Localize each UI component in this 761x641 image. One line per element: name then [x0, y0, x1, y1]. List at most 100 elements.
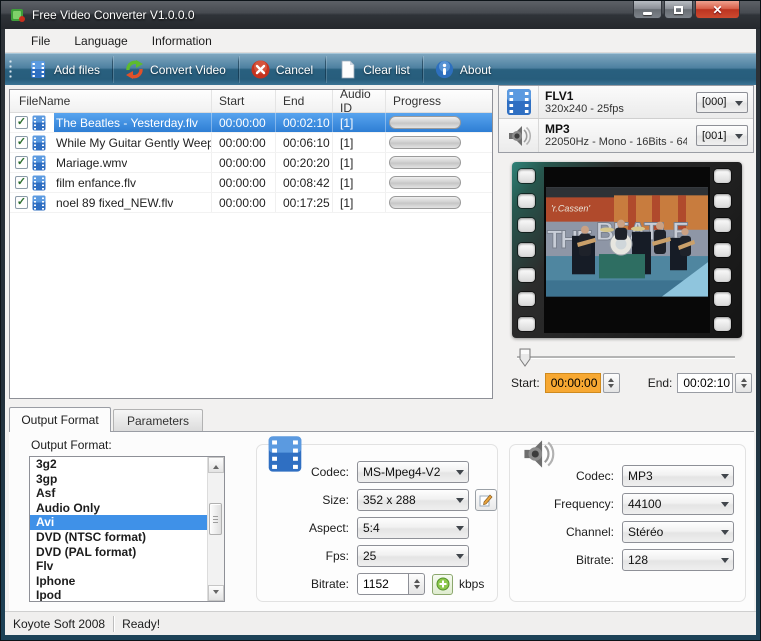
chevron-down-icon — [721, 502, 729, 511]
cancel-label: Cancel — [276, 63, 313, 77]
chevron-down-icon — [735, 134, 743, 143]
chevron-down-icon — [721, 530, 729, 539]
column-header-audioid[interactable]: Audio ID — [333, 90, 386, 112]
aspect-select[interactable]: 5:4 — [357, 517, 469, 539]
video-codec-select[interactable]: MS-Mpeg4-V2 — [357, 461, 469, 483]
size-select[interactable]: 352 x 288 — [357, 489, 469, 511]
scroll-up-button[interactable] — [208, 457, 224, 473]
fps-value: 25 — [363, 549, 376, 563]
menu-language[interactable]: Language — [62, 31, 139, 51]
format-option[interactable]: 3g2 — [30, 457, 207, 472]
clear-list-button[interactable]: Clear list — [326, 54, 422, 85]
table-row[interactable]: ✓ The Beatles - Yesterday.flv 00:00:00 0… — [10, 113, 492, 133]
row-checkbox[interactable]: ✓ — [15, 196, 28, 209]
table-row[interactable]: ✓ film enfance.flv 00:00:00 00:08:42 [1] — [10, 173, 492, 193]
format-option-selected[interactable]: Avi — [30, 515, 207, 530]
tab-output-format[interactable]: Output Format — [9, 407, 111, 432]
scroll-down-icon — [213, 590, 219, 597]
about-icon — [435, 60, 454, 79]
about-button[interactable]: About — [423, 54, 503, 85]
row-checkbox[interactable]: ✓ — [15, 136, 28, 149]
video-track-select[interactable]: [000] — [696, 92, 748, 113]
column-header-filename[interactable]: FileName — [10, 90, 212, 112]
start-time: 00:00:00 — [212, 153, 276, 172]
end-time: 00:06:10 — [276, 133, 333, 152]
convert-video-button[interactable]: Convert Video — [113, 54, 238, 85]
close-button[interactable]: ✕ — [695, 1, 740, 19]
channel-label: Channel: — [510, 525, 614, 539]
video-file-icon — [32, 135, 46, 151]
format-option[interactable]: Iphone — [30, 574, 207, 589]
column-header-end[interactable]: End — [276, 90, 333, 112]
video-bitrate-input[interactable]: 1152 — [357, 573, 409, 595]
end-time-input[interactable]: 00:02:10 — [677, 373, 733, 393]
scroll-up-icon — [213, 462, 219, 469]
start-time-input[interactable]: 00:00:00 — [545, 373, 601, 393]
trim-controls: Start: 00:00:00 End: 00:02:10 — [511, 371, 758, 395]
start-label: Start: — [511, 376, 540, 390]
format-option[interactable]: Flv — [30, 559, 207, 574]
audio-codec-value: MP3 — [628, 469, 653, 483]
video-file-icon — [32, 195, 46, 211]
format-option[interactable]: Audio Only — [30, 501, 207, 516]
position-slider[interactable] — [513, 347, 739, 367]
tab-parameters[interactable]: Parameters — [113, 409, 203, 431]
add-files-label: Add files — [54, 63, 100, 77]
spin-up-icon — [608, 375, 614, 382]
toolbar: Add files Convert Video Cancel — [5, 53, 756, 85]
file-name: Mariage.wmv — [54, 156, 127, 170]
format-option[interactable]: Asf — [30, 486, 207, 501]
clear-list-label: Clear list — [363, 63, 410, 77]
about-label: About — [460, 63, 491, 77]
list-scrollbar[interactable] — [207, 457, 224, 601]
table-row[interactable]: ✓ noel 89 fixed_NEW.flv 00:00:00 00:17:2… — [10, 193, 492, 213]
table-row[interactable]: ✓ While My Guitar Gently Weeps.... 00:00… — [10, 133, 492, 153]
end-time: 00:17:25 — [276, 193, 333, 212]
frequency-select[interactable]: 44100 — [622, 493, 734, 515]
cancel-icon — [251, 60, 270, 79]
video-track-value: [000] — [702, 96, 726, 108]
cancel-button[interactable]: Cancel — [239, 54, 325, 85]
channel-select[interactable]: Stéréo — [622, 521, 734, 543]
maximize-icon — [674, 6, 683, 14]
audio-bitrate-select[interactable]: 128 — [622, 549, 734, 571]
convert-video-label: Convert Video — [150, 63, 226, 77]
minimize-button[interactable] — [633, 1, 662, 19]
menu-information[interactable]: Information — [140, 31, 224, 51]
video-bitrate-spinner[interactable] — [409, 573, 425, 595]
format-option[interactable]: 3gp — [30, 472, 207, 487]
tab-bar: Output Format Parameters — [9, 407, 754, 432]
channel-value: Stéréo — [628, 525, 663, 539]
menu-file[interactable]: File — [19, 31, 62, 51]
add-files-button[interactable]: Add files — [17, 54, 112, 85]
scrollbar-thumb[interactable] — [209, 503, 222, 535]
format-option[interactable]: Ipod — [30, 588, 207, 601]
status-bar: Koyote Soft 2008 Ready! — [5, 611, 756, 635]
row-checkbox[interactable]: ✓ — [15, 116, 28, 129]
start-spinner[interactable] — [603, 373, 620, 393]
column-header-start[interactable]: Start — [212, 90, 276, 112]
fps-select[interactable]: 25 — [357, 545, 469, 567]
end-time: 00:20:20 — [276, 153, 333, 172]
audio-codec-select[interactable]: MP3 — [622, 465, 734, 487]
slider-thumb[interactable] — [519, 348, 531, 367]
format-option[interactable]: DVD (PAL format) — [30, 545, 207, 560]
toolbar-grip[interactable] — [8, 59, 13, 80]
close-icon: ✕ — [712, 2, 722, 18]
format-option[interactable]: DVD (NTSC format) — [30, 530, 207, 545]
edit-size-button[interactable] — [475, 489, 497, 511]
audio-id: [1] — [333, 133, 386, 152]
progress-cell — [386, 193, 492, 212]
row-checkbox[interactable]: ✓ — [15, 176, 28, 189]
scroll-down-button[interactable] — [208, 585, 224, 601]
output-format-list: 3g2 3gp Asf Audio Only Avi DVD (NTSC for… — [29, 456, 225, 602]
row-checkbox[interactable]: ✓ — [15, 156, 28, 169]
slider-track[interactable] — [517, 356, 735, 358]
end-spinner[interactable] — [735, 373, 752, 393]
table-row[interactable]: ✓ Mariage.wmv 00:00:00 00:20:20 [1] — [10, 153, 492, 173]
maximize-button[interactable] — [664, 1, 693, 19]
chevron-down-icon — [456, 470, 464, 479]
column-header-progress[interactable]: Progress — [386, 90, 492, 112]
increase-bitrate-button[interactable] — [432, 574, 453, 595]
audio-track-select[interactable]: [001] — [696, 125, 748, 146]
